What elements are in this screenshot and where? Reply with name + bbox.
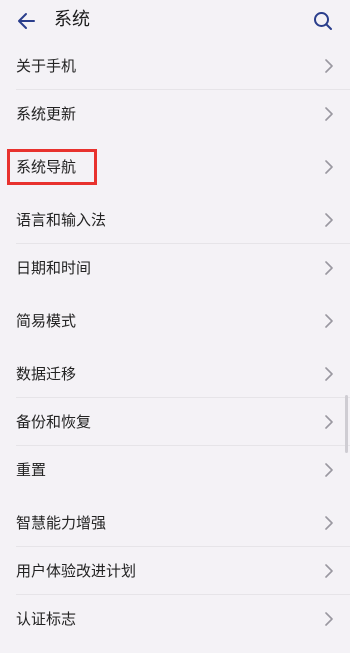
settings-item[interactable]: 系统导航 — [0, 143, 350, 191]
chevron-right-icon — [322, 547, 336, 595]
settings-item[interactable]: 关于手机 — [0, 42, 350, 90]
settings-list: 关于手机系统更新系统导航语言和输入法 日期和时间简易模式数据迁移备份和恢复重置智慧… — [0, 42, 350, 643]
chevron-right-icon — [322, 297, 336, 345]
settings-item[interactable]: 数据迁移 — [0, 350, 350, 398]
settings-screen: 系统 关于手机系统更新系统导航语言和输入法 日期和时间简易模式数据迁移备份和恢复重… — [0, 0, 350, 653]
settings-item-label: 日期和时间 — [16, 259, 92, 277]
settings-item[interactable]: 日期和时间 — [0, 244, 350, 292]
search-icon — [314, 12, 332, 30]
chevron-right-icon — [322, 499, 336, 547]
settings-item-label: 语言和输入法 — [16, 211, 107, 229]
settings-item-label: 重置 — [16, 461, 47, 479]
search-button[interactable] — [308, 6, 338, 36]
back-button[interactable] — [12, 6, 42, 36]
settings-item-label: 智慧能力增强 — [16, 514, 107, 532]
back-arrow-icon — [18, 13, 35, 29]
settings-item[interactable]: 用户体验改进计划 — [0, 547, 350, 595]
settings-item[interactable]: 重置 — [0, 446, 350, 494]
chevron-right-icon — [322, 350, 336, 398]
chevron-right-icon — [322, 42, 336, 90]
chevron-right-icon — [322, 90, 336, 138]
chevron-right-icon — [322, 244, 336, 292]
settings-item-label: 用户体验改进计划 — [16, 562, 137, 580]
settings-item-label: 备份和恢复 — [16, 413, 92, 431]
settings-item-label: 数据迁移 — [16, 365, 77, 383]
scrollbar-thumb[interactable] — [345, 395, 348, 453]
chevron-right-icon — [322, 595, 336, 643]
chevron-right-icon — [322, 143, 336, 191]
settings-item-label: 认证标志 — [16, 610, 77, 628]
settings-item-label: 关于手机 — [16, 57, 77, 75]
chevron-right-icon — [322, 446, 336, 494]
settings-item[interactable]: 系统更新 — [0, 90, 350, 138]
settings-item-label: 简易模式 — [16, 312, 77, 330]
settings-item[interactable]: 认证标志 — [0, 595, 350, 643]
chevron-right-icon — [322, 196, 336, 244]
settings-item[interactable]: 语言和输入法 — [0, 196, 350, 244]
settings-item[interactable]: 简易模式 — [0, 297, 350, 345]
settings-item[interactable]: 智慧能力增强 — [0, 499, 350, 547]
settings-item[interactable]: 备份和恢复 — [0, 398, 350, 446]
highlight-box — [7, 149, 97, 185]
chevron-right-icon — [322, 398, 336, 446]
page-title: 系统 — [54, 9, 90, 30]
app-bar: 系统 — [0, 0, 350, 42]
settings-item-label: 系统更新 — [16, 105, 77, 123]
